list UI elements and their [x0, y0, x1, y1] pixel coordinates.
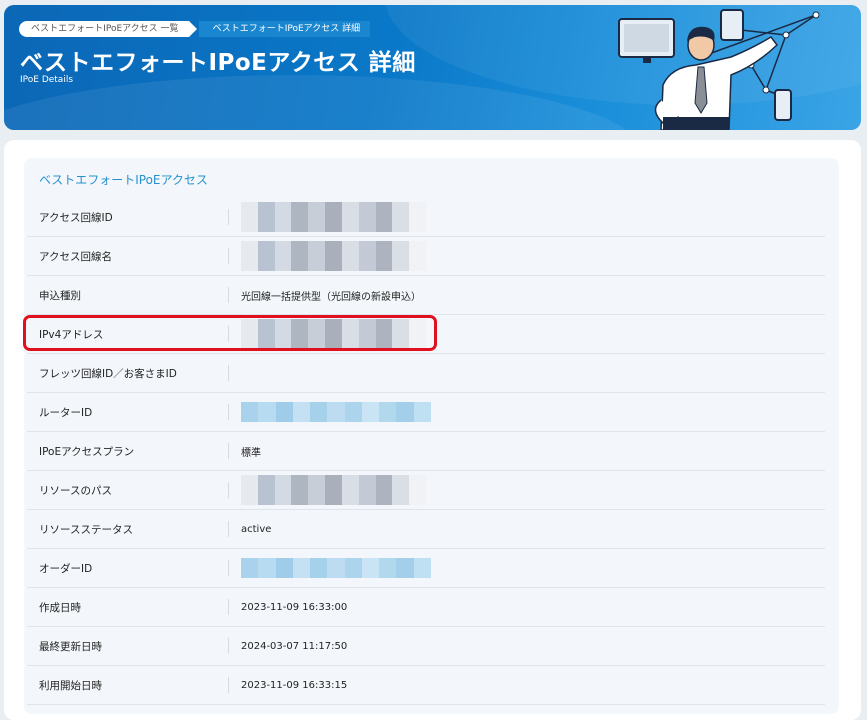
detail-value: 2023-11-09 16:33:15	[241, 679, 348, 691]
card-title: ベストエフォートIPoEアクセス	[39, 173, 208, 187]
detail-label: アクセス回線名	[39, 250, 112, 263]
redacted-value	[229, 241, 426, 271]
redacted-value	[229, 475, 426, 505]
breadcrumb: ベストエフォートIPoEアクセス 一覧 ベストエフォートIPoEアクセス 詳細	[19, 21, 371, 37]
detail-label: ルーターID	[39, 406, 93, 419]
detail-label: オーダーID	[39, 562, 93, 575]
detail-row: IPoEアクセスプラン 標準	[27, 432, 825, 471]
detail-row: 作成日時 2023-11-09 16:33:00	[27, 588, 825, 627]
blurred-value	[241, 402, 431, 422]
detail-label: アクセス回線ID	[39, 211, 113, 224]
detail-label: 作成日時	[39, 601, 81, 614]
detail-value: 2023-11-09 16:33:00	[241, 601, 348, 613]
detail-label: 申込種別	[39, 289, 81, 302]
detail-row: 申込種別 光回線一括提供型（光回線の新設申込）	[27, 276, 825, 315]
detail-label: IPoEアクセスプラン	[39, 445, 135, 458]
highlight-box	[23, 315, 437, 351]
detail-row: アクセス回線名	[27, 237, 825, 276]
detail-value: 標準	[241, 447, 261, 459]
redacted-value	[229, 558, 431, 578]
blurred-value	[241, 241, 426, 271]
detail-row: リソースステータス active	[27, 510, 825, 549]
redacted-value	[229, 402, 431, 422]
page-title: ベストエフォートIPoEアクセス 詳細	[20, 50, 416, 76]
business-person-illustration	[618, 9, 820, 130]
redacted-value	[229, 202, 426, 232]
detail-label: フレッツ回線ID／お客さまID	[39, 367, 177, 380]
detail-row: 最終更新日時 2024-03-07 11:17:50	[27, 627, 825, 666]
blurred-value	[241, 475, 426, 505]
detail-label: 最終更新日時	[39, 640, 102, 653]
breadcrumb-item-list[interactable]: ベストエフォートIPoEアクセス 一覧	[19, 21, 197, 37]
detail-row: 利用開始日時 2023-11-09 16:33:15	[27, 666, 825, 705]
blurred-value	[241, 202, 426, 232]
detail-row: アクセス回線ID	[27, 198, 825, 237]
page-header: ベストエフォートIPoEアクセス 一覧 ベストエフォートIPoEアクセス 詳細 …	[4, 5, 861, 130]
detail-row: ルーターID	[27, 393, 825, 432]
blurred-value	[241, 558, 431, 578]
detail-row: オーダーID	[27, 549, 825, 588]
detail-row: リソースのパス	[27, 471, 825, 510]
detail-label: リソースステータス	[39, 523, 133, 536]
detail-value: 光回線一括提供型（光回線の新設申込）	[241, 291, 421, 303]
detail-value: active	[241, 523, 272, 535]
detail-row: フレッツ回線ID／お客さまID	[27, 354, 825, 393]
row-divider	[228, 365, 229, 381]
detail-label: 利用開始日時	[39, 679, 102, 692]
detail-value: 2024-03-07 11:17:50	[241, 640, 348, 652]
breadcrumb-item-current: ベストエフォートIPoEアクセス 詳細	[198, 21, 371, 37]
page-subtitle: IPoE Details	[20, 75, 74, 85]
detail-label: リソースのパス	[39, 484, 112, 497]
